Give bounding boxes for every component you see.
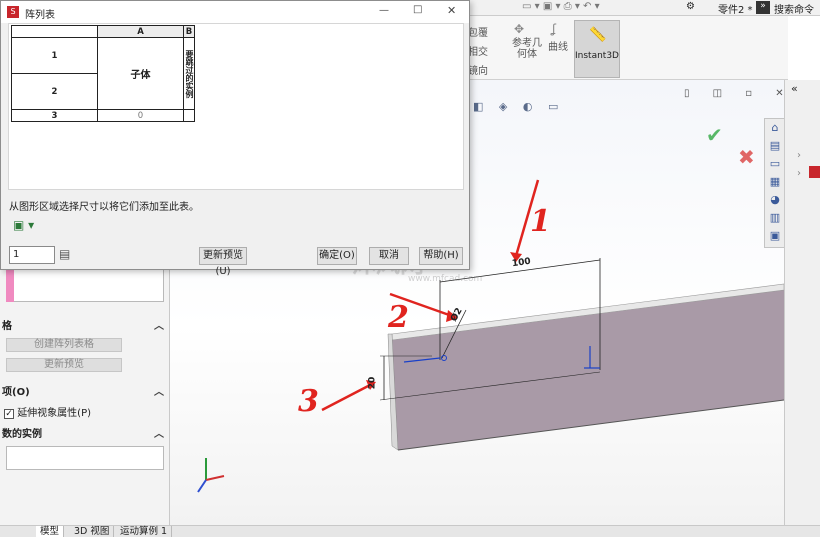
- update-preview-button[interactable]: 更新预览: [6, 358, 122, 372]
- table-cell-value[interactable]: 0: [97, 109, 184, 122]
- seed-body-cell[interactable]: 子体: [97, 37, 184, 110]
- column-header-a[interactable]: A: [97, 25, 184, 38]
- section-options-header[interactable]: 项(O) ︿: [0, 384, 170, 402]
- skip-instance-header[interactable]: 要跳过的实例: [183, 37, 195, 110]
- help-button[interactable]: 帮助(H): [419, 247, 463, 265]
- right-panel: « › ›: [784, 80, 820, 537]
- spinner-icon[interactable]: ▤: [59, 247, 70, 261]
- create-table-button[interactable]: 创建阵列表格: [6, 338, 122, 352]
- cancel-button[interactable]: 取消: [369, 247, 409, 265]
- collapse-caret-icon[interactable]: ︿: [154, 384, 164, 402]
- extend-visual-option[interactable]: ✓ 延伸视象属性(P): [4, 404, 91, 419]
- reject-x-icon: ✖: [738, 145, 755, 169]
- collapse-caret-icon[interactable]: ︿: [154, 426, 164, 444]
- tree-expand-icon[interactable]: ›: [797, 168, 801, 179]
- row-header-1[interactable]: 1: [11, 37, 98, 74]
- solidworks-logo-icon: S: [7, 6, 19, 18]
- section-table-header[interactable]: 格 ︿: [0, 318, 170, 336]
- collapse-caret-icon[interactable]: ︿: [154, 318, 164, 336]
- pattern-table-grid[interactable]: A B 1 子体 要跳过的实例 2 3 0: [8, 23, 464, 190]
- tab-model[interactable]: 模型: [36, 526, 65, 537]
- tree-expand-icon[interactable]: ›: [797, 150, 801, 161]
- table-cell-empty[interactable]: [183, 109, 195, 122]
- dialog-hint: 从图形区域选择尺寸以将它们添加至此表。: [9, 202, 199, 213]
- view-orientation-icons[interactable]: ◧ ◈ ◐ ▭: [473, 100, 564, 113]
- dimension-height[interactable]: 20: [367, 377, 377, 390]
- annotation-number-1: 1: [530, 204, 551, 239]
- row-header-3[interactable]: 3: [11, 109, 98, 122]
- accept-check-icon: ✔: [706, 123, 723, 147]
- column-header-b[interactable]: B: [183, 25, 195, 38]
- tab-motion-study[interactable]: 运动算例 1: [116, 526, 173, 537]
- minimize-button[interactable]: —: [379, 5, 389, 16]
- viewport-window-controls[interactable]: ▯ ◫ ▫ ✕: [684, 88, 794, 99]
- collapse-chevron-icon[interactable]: «: [791, 82, 798, 95]
- row-header-2[interactable]: 2: [11, 73, 98, 110]
- solidworks-resource-icon[interactable]: [809, 166, 820, 178]
- solidworks-window: ⚙ 零件2 * » 搜索命令 ▭ ▾ ▣ ▾ ⎙ ▾ ↶ ▾ 包覆 相交 镜向 …: [0, 0, 820, 537]
- excel-icon[interactable]: ▣ ▾: [13, 218, 34, 232]
- dialog-title: 阵列表: [25, 10, 55, 21]
- pattern-table-dialog: S 阵列表 — □ ✕ A B 1 子体 要跳过的实例 2 3 0 从图形区域选…: [0, 0, 470, 277]
- dialog-title-bar[interactable]: S 阵列表 — □ ✕: [1, 1, 469, 23]
- row-count-input[interactable]: 1: [9, 246, 55, 264]
- instances-list-box[interactable]: [6, 446, 164, 470]
- annotation-number-2: 2: [388, 300, 409, 335]
- watermark-url: www.mfcad.com: [408, 274, 483, 284]
- annotation-number-3: 3: [298, 384, 319, 419]
- pattern-table[interactable]: A B 1 子体 要跳过的实例 2 3 0: [11, 25, 195, 122]
- close-button[interactable]: ✕: [447, 4, 456, 17]
- bottom-tabs-bar: 模型 3D 视图 运动算例 1: [0, 525, 820, 537]
- section-instances-header[interactable]: 数的实例 ︿: [0, 426, 170, 444]
- ok-button[interactable]: 确定(O): [317, 247, 357, 265]
- update-preview-dialog-button[interactable]: 更新预览(U): [199, 247, 247, 277]
- extend-visual-checkbox[interactable]: ✓: [4, 409, 14, 419]
- taskpane-icons[interactable]: ⌂ ▤ ▭ ▦ ◕ ▥ ▣: [765, 119, 785, 245]
- extend-visual-label: 延伸视象属性(P): [17, 408, 92, 419]
- tab-3d-view[interactable]: 3D 视图: [70, 526, 115, 537]
- heads-up-view-toolbar[interactable]: ◧ ◈ ◐ ▭: [473, 100, 613, 120]
- taskpane-tabs: ⌂ ▤ ▭ ▦ ◕ ▥ ▣: [764, 118, 786, 248]
- corner-cell: [11, 25, 98, 38]
- maximize-button[interactable]: □: [413, 4, 422, 15]
